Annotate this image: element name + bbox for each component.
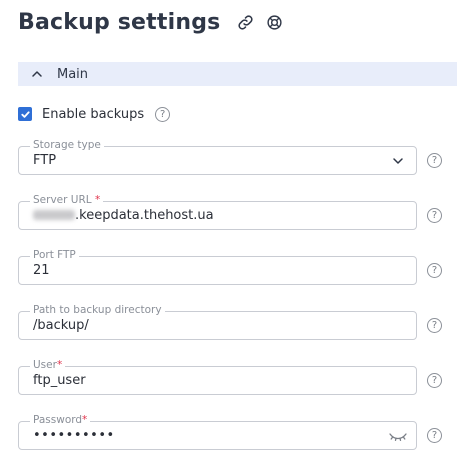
server-url-label: Server URL * <box>30 194 104 207</box>
page-title: Backup settings <box>18 9 221 35</box>
server-url-field[interactable]: Server URL * .keepdata.thehost.ua <box>18 194 417 230</box>
password-field[interactable]: Password* •••••••••• <box>18 414 417 450</box>
storage-type-label: Storage type <box>30 139 104 152</box>
section-title: Main <box>57 66 89 82</box>
password-label: Password* <box>30 414 91 427</box>
redacted-subdomain <box>33 210 75 220</box>
backup-path-label: Path to backup directory <box>30 304 165 317</box>
chevron-up-icon <box>30 67 44 81</box>
chevron-down-icon <box>392 155 404 167</box>
user-label: User* <box>30 359 66 372</box>
user-field[interactable]: User* ftp_user <box>18 359 417 395</box>
eye-closed-icon[interactable] <box>388 429 408 443</box>
server-url-help-icon[interactable]: ? <box>427 208 442 223</box>
enable-backups-label: Enable backups <box>42 106 145 122</box>
user-help-icon[interactable]: ? <box>427 373 442 388</box>
server-url-value: .keepdata.thehost.ua <box>33 208 214 223</box>
storage-type-select[interactable]: Storage type FTP <box>18 139 417 175</box>
port-ftp-field[interactable]: Port FTP 21 <box>18 249 417 285</box>
link-icon[interactable] <box>236 13 254 31</box>
port-ftp-help-icon[interactable]: ? <box>427 263 442 278</box>
section-main-toggle[interactable]: Main <box>18 62 457 86</box>
user-value: ftp_user <box>33 373 86 388</box>
enable-backups-checkbox[interactable] <box>18 107 32 121</box>
password-value: •••••••••• <box>33 428 115 443</box>
page-header: Backup settings <box>18 6 283 38</box>
storage-type-help-icon[interactable]: ? <box>427 153 442 168</box>
backup-path-help-icon[interactable]: ? <box>427 318 442 333</box>
lifebuoy-icon[interactable] <box>265 13 283 31</box>
backup-path-value: /backup/ <box>33 318 89 333</box>
port-ftp-label: Port FTP <box>30 249 79 262</box>
password-help-icon[interactable]: ? <box>427 428 442 443</box>
help-icon[interactable]: ? <box>155 106 171 122</box>
enable-backups-row: Enable backups ? <box>18 105 171 123</box>
backup-path-field[interactable]: Path to backup directory /backup/ <box>18 304 417 340</box>
storage-type-value: FTP <box>33 153 57 168</box>
port-ftp-value: 21 <box>33 263 50 278</box>
